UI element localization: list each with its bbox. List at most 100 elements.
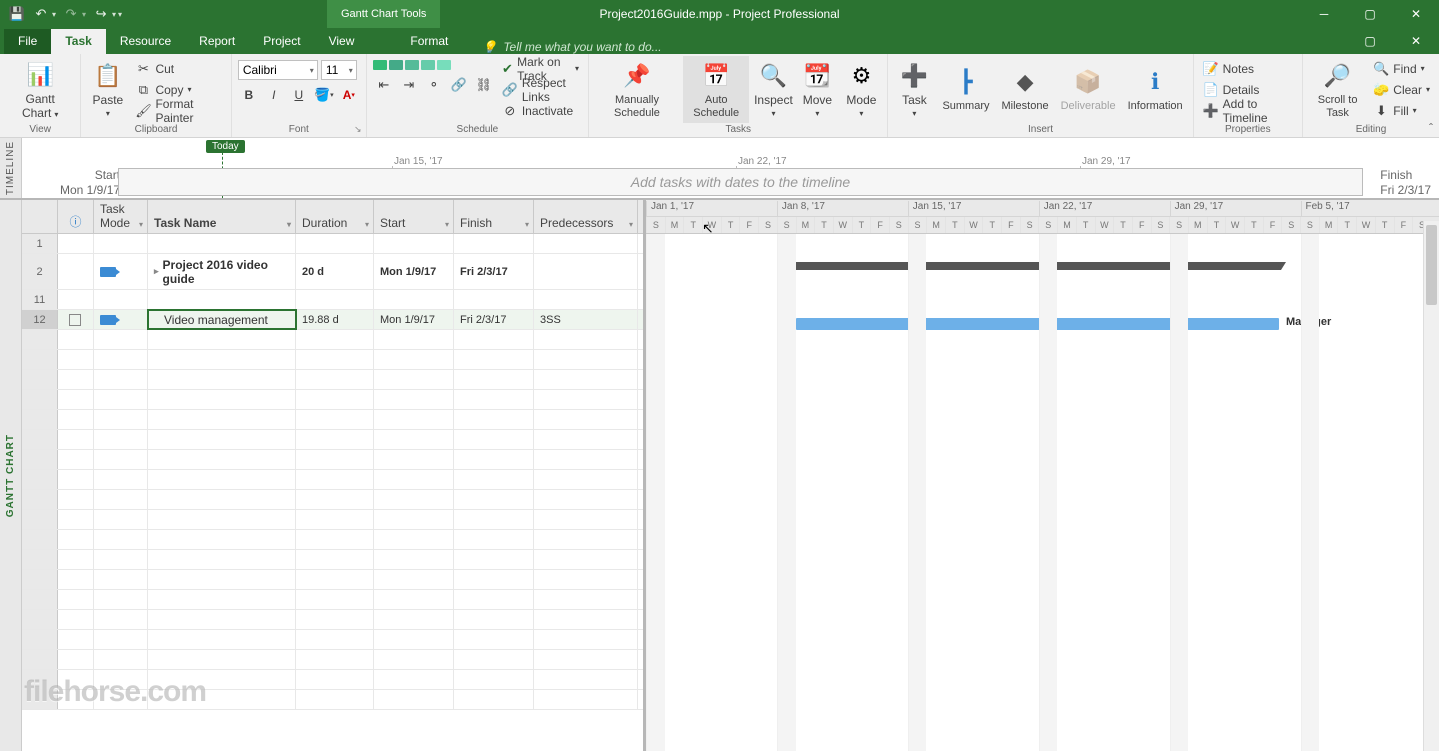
format-painter-button[interactable]: 🖌Format Painter [132,101,224,121]
font-dialog-launcher[interactable]: ↘ [352,123,364,135]
move-button[interactable]: 📆Move▾ [797,56,837,123]
table-row[interactable] [22,550,643,570]
table-row[interactable] [22,590,643,610]
tab-file[interactable]: File [4,29,51,54]
tab-format[interactable]: Format [396,29,462,54]
fill-button[interactable]: ⬇Fill ▾ [1370,101,1433,121]
col-indicators[interactable]: ⓘ [58,200,94,233]
timeline-side-tab[interactable]: TIMELINE [0,138,22,198]
collapse-ribbon-button[interactable]: ˆ [1429,121,1433,135]
font-size-combo[interactable]: 11▾ [321,60,357,80]
link-icon[interactable]: ↪ [92,5,110,23]
gantt-side-tab[interactable]: GANTT CHART [0,200,22,751]
minimize-button[interactable]: ─ [1301,0,1347,28]
selected-cell[interactable]: Video management [148,310,296,329]
auto-icon: 📅 [700,60,732,92]
insert-task-button[interactable]: ➕Task▾ [894,56,934,123]
col-duration[interactable]: Duration▾ [296,200,374,233]
indent-button[interactable]: ⇥ [398,74,420,96]
tab-resource[interactable]: Resource [106,29,185,54]
milestone-button[interactable]: ◆Milestone [998,56,1053,123]
timeline-tick-2: Jan 22, '17 [738,156,787,167]
percent-complete-buttons[interactable] [373,60,495,70]
respect-links-button[interactable]: 🔗Respect Links [499,80,582,100]
table-row[interactable] [22,490,643,510]
link-tasks-button[interactable]: 🔗 [448,74,470,96]
table-row[interactable]: 12 Video management 19.88 d Mon 1/9/17 F… [22,310,643,330]
table-row[interactable] [22,370,643,390]
add-to-timeline-button[interactable]: ➕Add to Timeline [1200,101,1296,121]
tab-report[interactable]: Report [185,29,249,54]
table-row[interactable] [22,530,643,550]
ribbon-close-button[interactable]: ✕ [1393,28,1439,54]
tab-view[interactable]: View [315,29,369,54]
manually-schedule-button[interactable]: 📌Manually Schedule [595,56,679,123]
bold-button[interactable]: B [238,84,260,106]
inactivate-button[interactable]: ⊘Inactivate [499,101,582,121]
col-start[interactable]: Start▾ [374,200,454,233]
qat-customize[interactable]: ▾ [118,10,122,19]
table-row[interactable] [22,610,643,630]
scroll-to-task-button[interactable]: 🔎Scroll to Task [1309,56,1366,123]
table-row[interactable] [22,570,643,590]
split-task-button[interactable]: ⚬ [423,74,445,96]
table-row[interactable]: 1 [22,234,643,254]
tab-task[interactable]: Task [51,29,105,54]
information-button[interactable]: ℹInformation [1124,56,1187,123]
table-row[interactable] [22,510,643,530]
underline-button[interactable]: U [288,84,310,106]
ribbon-restore-button[interactable]: ▢ [1347,28,1393,54]
fill-color-button[interactable]: 🪣▾ [313,84,335,106]
tab-project[interactable]: Project [249,29,314,54]
table-row[interactable] [22,450,643,470]
table-row[interactable] [22,470,643,490]
auto-schedule-icon [100,315,116,325]
close-button[interactable]: ✕ [1393,0,1439,28]
table-row[interactable] [22,650,643,670]
paste-button[interactable]: 📋 Paste ▾ [87,56,128,123]
table-row[interactable] [22,330,643,350]
col-finish[interactable]: Finish▾ [454,200,534,233]
unlink-tasks-button[interactable]: ⛓ [473,74,495,96]
notes-button[interactable]: 📝Notes [1200,59,1296,79]
undo-icon[interactable]: ↶ [32,5,50,23]
col-predecessors[interactable]: Predecessors▾ [534,200,638,233]
timeline-body[interactable]: Today Jan 15, '17 Jan 22, '17 Jan 29, '1… [22,138,1439,198]
find-button[interactable]: 🔍Find ▾ [1370,59,1433,79]
cut-button[interactable]: ✂Cut [132,59,224,79]
save-icon[interactable]: 💾 [8,5,26,23]
scrollbar-thumb[interactable] [1426,225,1437,305]
col-task-mode[interactable]: Task Mode▾ [94,200,148,233]
inspect-button[interactable]: 🔍Inspect▾ [753,56,793,123]
vertical-scrollbar[interactable] [1423,221,1439,751]
table-row[interactable]: 2 ▸Project 2016 video guide 20 d Mon 1/9… [22,254,643,290]
pin-icon: 📌 [621,60,653,92]
table-row[interactable]: 11 [22,290,643,310]
table-header: ⓘ Task Mode▾ Task Name▾ Duration▾ Start▾… [22,200,643,234]
gantt-chart-button[interactable]: 📊 Gantt Chart ▾ [6,56,74,123]
select-all-cell[interactable] [22,200,58,233]
table-row[interactable] [22,410,643,430]
outdent-button[interactable]: ⇤ [373,74,395,96]
outline-toggle[interactable]: ▸ [154,266,159,277]
tell-me-search[interactable]: 💡Tell me what you want to do... [482,40,661,54]
table-row[interactable] [22,430,643,450]
clear-button[interactable]: 🧽Clear ▾ [1370,80,1433,100]
font-name-combo[interactable]: Calibri▾ [238,60,318,80]
deliverable-button[interactable]: 📦Deliverable [1057,56,1120,123]
timeline-drop-area[interactable]: Add tasks with dates to the timeline [118,168,1363,196]
col-task-name[interactable]: Task Name▾ [148,200,296,233]
scroll-icon: 🔎 [1322,60,1354,92]
table-row[interactable] [22,350,643,370]
gantt-chart-area[interactable]: Jan 1, '17Jan 8, '17Jan 15, '17Jan 22, '… [646,200,1439,751]
italic-button[interactable]: I [263,84,285,106]
redo-icon[interactable]: ↷ [62,5,80,23]
maximize-button[interactable]: ▢ [1347,0,1393,28]
mode-button[interactable]: ⚙Mode▾ [841,56,881,123]
table-row[interactable] [22,390,643,410]
table-row[interactable] [22,630,643,650]
font-color-button[interactable]: A▾ [338,84,360,106]
summary-button[interactable]: ┣Summary [938,56,993,123]
auto-schedule-button[interactable]: 📅Auto Schedule [683,56,749,123]
task-bar[interactable] [796,318,1279,330]
